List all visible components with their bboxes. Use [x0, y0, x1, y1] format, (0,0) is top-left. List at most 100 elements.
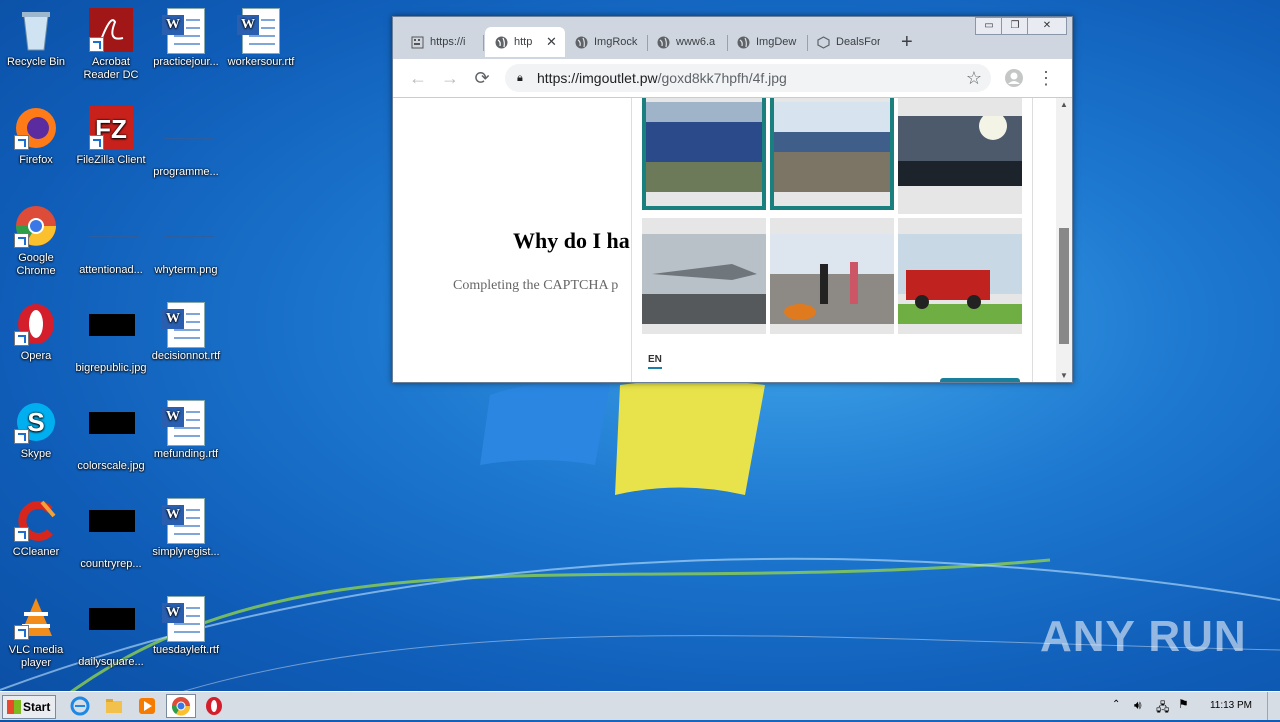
close-tab-icon[interactable]: ✕ — [546, 34, 557, 50]
image-file-shortcut[interactable]: bigrepublic.jpg — [75, 302, 147, 375]
icon-label: countryrep... — [80, 558, 142, 570]
chrome-window: https://i http ✕ ImgRock www6.a ImgDew D… — [392, 16, 1073, 383]
word-doc-shortcut[interactable]: W decisionnot.rtf — [150, 302, 222, 363]
scroll-down-icon[interactable]: ▼ — [1056, 371, 1072, 380]
captcha-tile[interactable] — [642, 98, 766, 210]
address-bar[interactable]: 🔒︎ https://imgoutlet.pw/goxd8kk7hpfh/4f.… — [505, 64, 991, 92]
internet-explorer-icon[interactable] — [70, 696, 90, 716]
minimize-button[interactable]: ▭ — [975, 17, 1003, 35]
shortcut-arrow-icon — [89, 37, 104, 52]
tab-6[interactable]: DealsFor — [807, 27, 887, 57]
tab-4[interactable]: www6.a — [647, 27, 727, 57]
icon-label: mefunding.rtf — [153, 448, 219, 460]
reload-button[interactable]: ⟳ — [471, 67, 493, 89]
captcha-tile[interactable] — [770, 218, 894, 334]
skype-shortcut[interactable]: S Skype — [0, 400, 72, 461]
firefox-shortcut[interactable]: Firefox — [0, 106, 72, 167]
captcha-tile[interactable] — [770, 98, 894, 210]
image-file-shortcut[interactable]: countryrep... — [75, 498, 147, 571]
tab-title: ImgRock — [594, 36, 638, 48]
word-doc-shortcut[interactable]: W tuesdayleft.rtf — [150, 596, 222, 657]
page-icon — [411, 36, 424, 49]
icon-label: VLC media player — [8, 644, 64, 669]
icon-label: workersour.rtf — [227, 56, 295, 68]
new-tab-button[interactable]: + — [893, 27, 923, 57]
shortcut-arrow-icon — [14, 331, 29, 346]
word-doc-shortcut[interactable]: W workersour.rtf — [225, 8, 297, 69]
filezilla-shortcut[interactable]: FZ FileZilla Client — [75, 106, 147, 167]
media-player-icon[interactable] — [137, 696, 157, 716]
bookmark-star-icon[interactable]: ☆ — [963, 67, 985, 89]
icon-label: tuesdayleft.rtf — [152, 644, 220, 656]
word-doc-shortcut[interactable]: W mefunding.rtf — [150, 400, 222, 461]
image-thumbnail — [89, 510, 135, 554]
lock-icon: 🔒︎ — [517, 72, 523, 84]
explorer-icon[interactable] — [104, 696, 124, 716]
word-doc-icon: W — [162, 400, 208, 446]
svg-text:S: S — [27, 407, 44, 437]
filezilla-icon: FZ — [89, 106, 133, 150]
tab-3[interactable]: ImgRock — [565, 27, 645, 57]
shortcut-arrow-icon — [14, 429, 29, 444]
word-doc-icon: W — [237, 8, 283, 54]
icon-label: practicejour... — [153, 56, 219, 68]
opera-shortcut[interactable]: Opera — [0, 302, 72, 363]
captcha-tile[interactable] — [642, 218, 766, 334]
acrobat-icon — [89, 8, 133, 52]
clock[interactable]: 11:13 PM — [1210, 700, 1252, 711]
scrollbar-thumb[interactable] — [1059, 228, 1069, 344]
language-selector[interactable]: EN — [648, 354, 662, 369]
volume-icon[interactable]: 🔊︎ — [1134, 698, 1142, 713]
vlc-shortcut[interactable]: VLC media player — [0, 596, 72, 670]
start-button[interactable]: Start — [2, 695, 56, 719]
close-button[interactable]: ✕ — [1027, 17, 1067, 35]
icon-label: Firefox — [19, 154, 53, 166]
action-center-flag-icon[interactable]: ⚑ — [1178, 697, 1189, 711]
acrobat-shortcut[interactable]: Acrobat Reader DC — [75, 8, 147, 82]
image-file-shortcut[interactable]: colorscale.jpg — [75, 400, 147, 473]
tab-title: DealsFor — [836, 36, 880, 48]
railway-platform-image — [774, 102, 890, 192]
word-doc-icon: W — [162, 596, 208, 642]
chrome-shortcut[interactable]: Google Chrome — [0, 204, 72, 278]
maximize-button[interactable]: ❐ — [1001, 17, 1029, 35]
show-hidden-icons-icon[interactable]: ⌃ — [1112, 699, 1120, 710]
ccleaner-shortcut[interactable]: CCleaner — [0, 498, 72, 559]
word-doc-shortcut[interactable]: W practicejour... — [150, 8, 222, 69]
tab-5[interactable]: ImgDew — [727, 27, 807, 57]
train-side-image — [646, 102, 762, 192]
skype-icon: S — [14, 400, 58, 444]
windows-logo — [480, 380, 765, 495]
icon-label: bigrepublic.jpg — [75, 362, 147, 374]
globe-icon — [575, 36, 588, 49]
captcha-tile[interactable] — [898, 98, 1022, 214]
sunset-skyline-image — [898, 116, 1022, 186]
shortcut-arrow-icon — [14, 233, 29, 248]
file-shortcut[interactable]: whyterm.png — [150, 204, 222, 277]
tab-1[interactable]: https://i — [401, 27, 481, 57]
verify-button-edge[interactable] — [940, 378, 1020, 382]
file-shortcut[interactable]: attentionad... — [75, 204, 147, 277]
opera-icon[interactable] — [204, 696, 224, 716]
recycle-bin-shortcut[interactable]: Recycle Bin — [0, 8, 72, 69]
network-icon[interactable]: 🖧 — [1156, 698, 1169, 719]
system-tray: ⌃ 🔊︎ 🖧 ⚑ 11:13 PM — [1104, 692, 1280, 720]
image-file-shortcut[interactable]: dailysquare... — [75, 596, 147, 669]
start-label: Start — [23, 700, 51, 714]
url-path: /goxd8kk7hpfh/4f.jpg — [657, 70, 787, 86]
forward-button[interactable]: → — [439, 67, 461, 89]
profile-icon[interactable] — [1003, 67, 1025, 89]
tab-active[interactable]: http ✕ — [485, 27, 565, 57]
icon-label: decisionnot.rtf — [151, 350, 221, 362]
show-desktop-button[interactable] — [1267, 692, 1280, 720]
fire-truck-image — [898, 234, 1022, 324]
back-button[interactable]: ← — [407, 67, 429, 89]
scrollbar[interactable]: ▲ ▼ — [1056, 98, 1072, 382]
menu-icon[interactable]: ⋮ — [1035, 67, 1057, 89]
captcha-tile[interactable] — [898, 218, 1022, 334]
word-doc-shortcut[interactable]: W simplyregist... — [150, 498, 222, 559]
file-shortcut[interactable]: programme... — [150, 106, 222, 179]
image-thumbnail — [89, 412, 135, 456]
scroll-up-icon[interactable]: ▲ — [1056, 100, 1072, 109]
chrome-icon[interactable] — [166, 694, 196, 718]
